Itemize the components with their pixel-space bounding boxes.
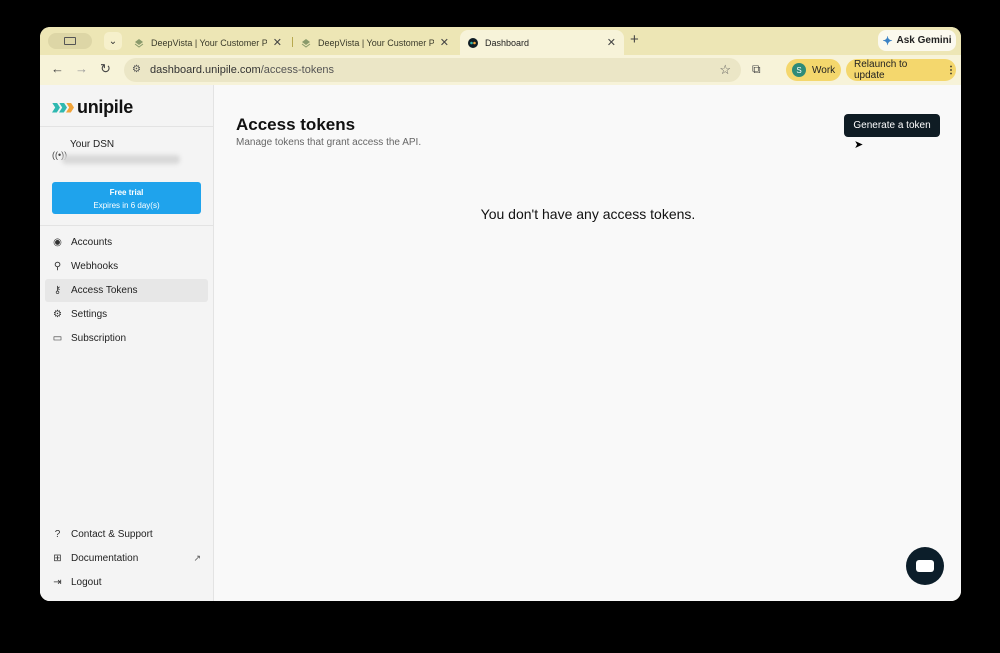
close-icon[interactable]: ✕ — [440, 36, 449, 49]
logo-text: unipile — [77, 97, 133, 117]
bookmark-star-icon[interactable]: ☆ — [719, 62, 731, 78]
help-circle-icon: ? — [54, 529, 61, 540]
sidebar-item-documentation[interactable]: ⊞ Documentation ↗ — [45, 547, 208, 570]
credit-card-icon: ▭ — [52, 333, 63, 344]
external-link-icon: ↗ — [193, 553, 201, 563]
extensions-puzzle-icon[interactable]: ⧉ — [752, 62, 761, 77]
address-url: dashboard.unipile.com/access-tokens — [150, 64, 334, 76]
webhook-icon: ⚲ — [53, 261, 62, 272]
deepvista-favicon-icon — [134, 38, 144, 48]
generate-token-button[interactable]: Generate a token — [844, 114, 940, 137]
ask-gemini-button[interactable]: ✦ Ask Gemini — [878, 30, 956, 51]
unipile-favicon-icon — [468, 37, 478, 48]
user-circle-icon: ◉ — [53, 237, 62, 248]
gear-icon: ⚙ — [53, 309, 62, 320]
back-arrow-icon[interactable]: ← — [51, 62, 64, 76]
sidebar-item-label: Documentation — [71, 553, 139, 564]
close-icon[interactable]: ✕ — [607, 36, 616, 49]
trial-title: Free trial — [109, 188, 144, 197]
sidebar-item-access-tokens[interactable]: ⚷ Access Tokens — [45, 279, 208, 302]
profile-label: Work — [812, 64, 836, 76]
new-tab-icon[interactable]: + — [630, 32, 639, 47]
tab-label: DeepVista | Your Customer Pl — [151, 37, 267, 48]
page-title: Access tokens — [236, 115, 356, 134]
sidebar-item-webhooks[interactable]: ⚲ Webhooks — [45, 255, 208, 278]
page-subtitle: Manage tokens that grant access the API. — [236, 137, 422, 148]
dsn-value-redacted — [62, 155, 180, 164]
relaunch-update-button[interactable]: Relaunch to update ⋮ — [846, 59, 956, 81]
sidebar-divider — [40, 126, 214, 127]
tab-list-dropdown[interactable]: ⌄ — [104, 32, 122, 50]
sidebar-item-accounts[interactable]: ◉ Accounts — [45, 231, 208, 254]
sidebar-item-contact-support[interactable]: ? Contact & Support — [45, 523, 208, 546]
sidebar-item-label: Subscription — [71, 333, 127, 344]
url-host: dashboard.unipile.com — [150, 64, 261, 76]
tab-label: Dashboard — [485, 37, 530, 48]
page-content: unipile ((•)) Your DSN Free trial Expire… — [40, 85, 961, 601]
sidebar-item-logout[interactable]: ⇥ Logout — [45, 571, 208, 594]
unipile-logo-mark-icon — [52, 102, 74, 113]
browser-window: ⌄ DeepVista | Your Customer Pl ✕ DeepVis… — [40, 27, 961, 601]
sidebar-divider — [40, 225, 214, 226]
ask-gemini-label: Ask Gemini — [896, 35, 952, 46]
address-bar[interactable]: ⚙ dashboard.unipile.com/access-tokens ☆ — [124, 58, 741, 82]
sidebar-item-label: Logout — [71, 577, 102, 588]
mouse-cursor-icon: ➤ — [854, 139, 864, 151]
chat-bubble-icon — [916, 560, 934, 572]
forward-arrow-icon[interactable]: → — [75, 62, 88, 76]
sidebar-item-subscription[interactable]: ▭ Subscription — [45, 327, 208, 350]
sidebar-item-label: Settings — [71, 309, 108, 320]
tab-search-button[interactable] — [48, 33, 92, 49]
chat-widget-button[interactable] — [906, 547, 944, 585]
book-icon: ⊞ — [53, 553, 62, 564]
reload-icon[interactable]: ↻ — [100, 62, 111, 76]
close-icon[interactable]: ✕ — [273, 36, 282, 49]
tab-search-icon — [64, 37, 76, 45]
empty-state-message: You don't have any access tokens. — [480, 206, 696, 222]
key-icon: ⚷ — [53, 285, 62, 296]
profile-button[interactable]: S Work — [786, 59, 841, 81]
free-trial-banner[interactable]: Free trial Expires in 6 day(s) — [52, 182, 201, 214]
unipile-logo[interactable]: unipile — [52, 97, 133, 118]
browser-toolbar: ← → ↻ ⚙ dashboard.unipile.com/access-tok… — [40, 55, 961, 85]
dsn-title: Your DSN — [70, 139, 115, 150]
tab-strip: ⌄ DeepVista | Your Customer Pl ✕ DeepVis… — [40, 27, 961, 55]
relaunch-label: Relaunch to update — [854, 59, 908, 81]
deepvista-favicon-icon — [301, 38, 311, 48]
tab-label: DeepVista | Your Customer Pl — [318, 37, 434, 48]
sidebar-item-settings[interactable]: ⚙ Settings — [45, 303, 208, 326]
tab-deepvista-2[interactable]: DeepVista | Your Customer Pl ✕ — [293, 30, 457, 55]
gemini-sparkle-icon: ✦ — [882, 33, 893, 48]
sidebar: unipile ((•)) Your DSN Free trial Expire… — [40, 85, 214, 601]
sidebar-item-label: Webhooks — [71, 261, 119, 272]
url-path: /access-tokens — [260, 64, 335, 76]
tab-deepvista-1[interactable]: DeepVista | Your Customer Pl ✕ — [126, 30, 290, 55]
site-settings-icon[interactable]: ⚙ — [132, 64, 141, 75]
sidebar-item-label: Access Tokens — [71, 285, 138, 296]
sidebar-item-label: Accounts — [71, 237, 113, 248]
tab-dashboard[interactable]: Dashboard ✕ — [460, 30, 624, 55]
chevron-down-icon: ⌄ — [108, 35, 118, 47]
logout-icon: ⇥ — [53, 577, 62, 588]
sidebar-item-label: Contact & Support — [71, 529, 153, 540]
main-panel: Access tokens Manage tokens that grant a… — [215, 85, 961, 601]
trial-expiry: Expires in 6 day(s) — [93, 201, 160, 210]
more-vert-icon: ⋮ — [946, 64, 956, 76]
profile-avatar: S — [792, 63, 806, 77]
